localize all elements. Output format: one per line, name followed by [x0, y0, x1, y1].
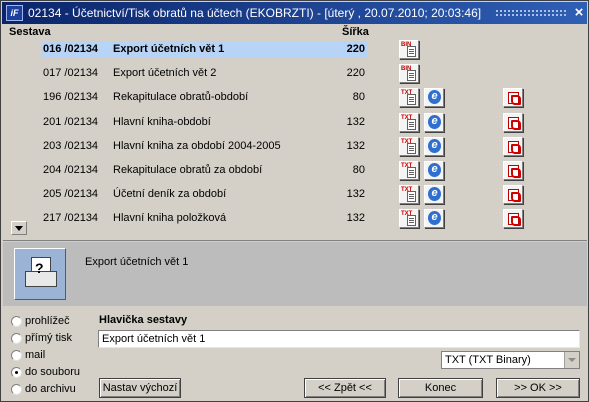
browser-view-icon[interactable]: e: [424, 161, 444, 180]
report-name: Export účetních vět 1: [113, 43, 225, 55]
report-width: 132: [346, 140, 365, 152]
preview-report-name: Export účetních vět 1: [85, 256, 189, 268]
title-bar[interactable]: iF 02134 - Účetnictví/Tisk obratů na účt…: [2, 2, 587, 24]
radio-label: do archivu: [25, 383, 76, 395]
radio-label: do souboru: [25, 366, 81, 378]
column-header-sirka: Šířka: [342, 26, 369, 38]
report-width: 132: [346, 188, 365, 200]
pdf-export-icon[interactable]: [503, 88, 523, 107]
txt-export-icon[interactable]: TXT: [399, 185, 419, 204]
report-preview: ? Export účetních vět 1: [3, 242, 587, 306]
pdf-export-icon[interactable]: [503, 161, 523, 180]
txt-export-icon[interactable]: TXT: [399, 209, 419, 228]
report-code: 196 /02134: [43, 91, 99, 103]
report-name: Hlavní kniha za období 2004-2005: [113, 140, 281, 152]
report-width: 220: [346, 67, 365, 79]
report-width: 80: [352, 91, 365, 103]
report-code: 201 /02134: [43, 116, 99, 128]
titlebar-grip: [495, 9, 567, 17]
format-selected-value: TXT (TXT Binary): [445, 354, 531, 366]
txt-export-icon[interactable]: TXT: [399, 137, 419, 156]
bin-export-icon[interactable]: BIN: [399, 40, 419, 59]
report-code: 217 /02134: [43, 212, 99, 224]
report-row[interactable]: 204 /02134 Rekapitulace obratů za období 8…: [3, 161, 587, 181]
report-row[interactable]: 201 /02134 Hlavní kniha-období 132 TXT e: [3, 113, 587, 133]
report-name: Účetní deník za období: [113, 188, 227, 200]
radio-dot[interactable]: [11, 316, 22, 327]
divider: [3, 240, 587, 241]
report-header-input[interactable]: [98, 330, 580, 348]
back-button[interactable]: << Zpět <<: [304, 378, 386, 398]
radio-dot[interactable]: [11, 384, 22, 395]
report-name: Hlavní kniha-období: [113, 116, 211, 128]
report-code: 203 /02134: [43, 140, 99, 152]
report-row[interactable]: 196 /02134 Rekapitulace obratů-období 80 TX…: [3, 88, 587, 108]
report-width: 220: [346, 43, 365, 55]
report-name: Rekapitulace obratů-období: [113, 91, 249, 103]
report-row[interactable]: 217 /02134 Hlavní kniha položková 132 TXT e: [3, 209, 587, 229]
report-name: Rekapitulace obratů za období: [113, 164, 263, 176]
radio-dot[interactable]: [11, 333, 22, 344]
format-select[interactable]: TXT (TXT Binary): [441, 351, 580, 369]
radio-dot-checked[interactable]: [11, 367, 22, 378]
report-header-label: Hlavička sestavy: [99, 314, 188, 326]
radio-label: prohlížeč: [25, 315, 70, 327]
browser-view-icon[interactable]: e: [424, 113, 444, 132]
window-title: 02134 - Účetnictví/Tisk obratů na účtech…: [28, 6, 482, 20]
pdf-export-icon[interactable]: [503, 137, 523, 156]
report-code: 205 /02134: [43, 188, 99, 200]
column-header-sestava: Sestava: [9, 26, 51, 38]
report-code: 017 /02134: [43, 67, 99, 79]
ok-button[interactable]: >> OK >>: [496, 378, 580, 398]
app-logo-icon: iF: [6, 5, 23, 21]
report-width: 132: [346, 212, 365, 224]
end-button[interactable]: Konec: [398, 378, 483, 398]
txt-export-icon[interactable]: TXT: [399, 113, 419, 132]
txt-export-icon[interactable]: TXT: [399, 88, 419, 107]
report-name: Export účetních vět 2: [113, 67, 217, 79]
browser-view-icon[interactable]: e: [424, 88, 444, 107]
report-row[interactable]: 203 /02134 Hlavní kniha za období 2004-20…: [3, 137, 587, 157]
report-name: Hlavní kniha položková: [113, 212, 227, 224]
report-row[interactable]: 017 /02134 Export účetních vět 2 220 BIN: [3, 64, 587, 84]
report-code: 204 /02134: [43, 164, 99, 176]
report-code: 016 /02134: [43, 43, 99, 55]
close-icon[interactable]: ×: [571, 2, 587, 24]
pdf-export-icon[interactable]: [503, 185, 523, 204]
radio-label: přímý tisk: [25, 332, 73, 344]
report-width: 80: [352, 164, 365, 176]
pdf-export-icon[interactable]: [503, 209, 523, 228]
txt-export-icon[interactable]: TXT: [399, 161, 419, 180]
set-defaults-button[interactable]: Nastav výchozí: [99, 378, 181, 398]
report-row[interactable]: 016 /02134 Export účetních vět 1 220 BIN: [3, 40, 587, 60]
printer-icon: ?: [14, 248, 66, 300]
radio-label: mail: [25, 349, 46, 361]
report-row[interactable]: 205 /02134 Účetní deník za období 132 TXT e: [3, 185, 587, 205]
pdf-export-icon[interactable]: [503, 113, 523, 132]
chevron-down-icon[interactable]: [564, 352, 579, 368]
browser-view-icon[interactable]: e: [424, 209, 444, 228]
report-list: Sestava Šířka 016 /02134 Export účetních …: [3, 25, 587, 239]
bin-export-icon[interactable]: BIN: [399, 64, 419, 83]
browser-view-icon[interactable]: e: [424, 137, 444, 156]
radio-dot[interactable]: [11, 350, 22, 361]
report-width: 132: [346, 116, 365, 128]
browser-view-icon[interactable]: e: [424, 185, 444, 204]
scroll-down-icon[interactable]: [11, 221, 27, 235]
report-print-window: iF 02134 - Účetnictví/Tisk obratů na účt…: [0, 0, 589, 402]
